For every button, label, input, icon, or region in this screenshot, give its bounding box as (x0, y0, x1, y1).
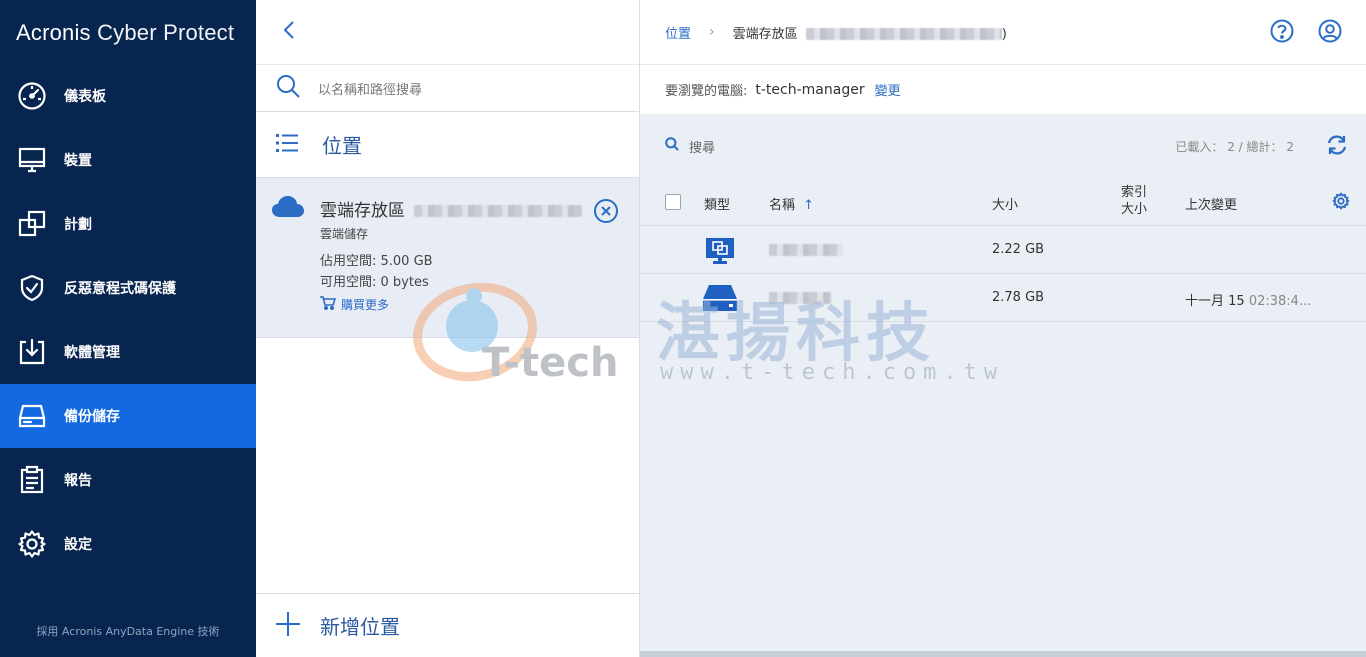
select-all-checkbox[interactable] (665, 194, 681, 210)
breadcrumb-current-close: ) (1001, 26, 1007, 42)
column-header-index-size[interactable]: 索引 大小 (1121, 184, 1147, 218)
content-panel: 位置 › 雲端存放區 ) 要瀏覽的電腦: t-tech-manager 變更 搜… (640, 0, 1366, 657)
add-location-button[interactable]: 新增位置 (256, 593, 639, 657)
location-search[interactable]: 以名稱和路徑搜尋 (256, 64, 639, 112)
buy-more-link[interactable]: 購買更多 (320, 296, 389, 313)
brand-logo: Acronis Cyber Protect (16, 20, 234, 46)
chevron-right-icon: › (709, 24, 715, 40)
download-icon (16, 336, 48, 368)
horizontal-scrollbar[interactable] (640, 651, 1366, 657)
sidebar-item-backup-storage[interactable]: 備份儲存 (0, 384, 256, 448)
drive-icon (703, 285, 737, 315)
browse-machine-bar: 要瀏覽的電腦: t-tech-manager 變更 (640, 64, 1366, 114)
redacted-text (769, 292, 831, 304)
location-card-cloud[interactable]: 雲端存放區 雲端儲存 佔用空間: 5.00 GB 可用空間: 0 bytes 購… (256, 178, 639, 338)
sidebar-item-label: 報告 (64, 473, 92, 489)
column-header-type[interactable]: 類型 (704, 194, 730, 213)
sidebar-footer: 採用 Acronis AnyData Engine 技術 (36, 625, 220, 638)
list-icon (276, 133, 300, 157)
column-header-name-label: 名稱 (769, 198, 796, 213)
close-circle-icon[interactable] (593, 198, 619, 228)
brand-secondary: Cyber Protect (97, 20, 235, 45)
table-row[interactable]: 2.78 GB 十一月 15 02:38:4... (640, 274, 1366, 322)
add-location-label: 新增位置 (320, 615, 400, 639)
content-search-input[interactable]: 搜尋 (689, 137, 715, 156)
sidebar-nav: 儀表板 裝置 計劃 反惡意程式碼保護 軟體管理 備份儲存 報告 設定 (0, 64, 256, 576)
storage-icon (16, 400, 48, 432)
search-icon (276, 74, 300, 102)
column-header-name[interactable]: 名稱 ↑ (769, 194, 814, 213)
browse-machine-key: 要瀏覽的電腦: (665, 84, 748, 99)
account-icon[interactable] (1318, 19, 1342, 47)
column-header-last-change[interactable]: 上次變更 (1185, 194, 1237, 213)
table-header: 類型 名稱 ↑ 大小 索引 大小 上次變更 (640, 178, 1366, 226)
sidebar-item-antimalware[interactable]: 反惡意程式碼保護 (0, 256, 256, 320)
locations-section-header: 位置 (256, 112, 639, 178)
breadcrumb-root-link[interactable]: 位置 (665, 23, 691, 42)
column-header-size[interactable]: 大小 (992, 194, 1018, 213)
location-name: 雲端存放區 (320, 196, 583, 221)
brand-primary: Acronis (16, 20, 91, 45)
search-icon (665, 137, 679, 155)
table-row[interactable]: 2.22 GB (640, 226, 1366, 274)
breadcrumb-current: 雲端存放區 ) (733, 23, 1007, 42)
change-machine-link[interactable]: 變更 (875, 80, 901, 99)
breadcrumb: 位置 › 雲端存放區 ) (640, 0, 1366, 64)
location-name-text: 雲端存放區 (320, 201, 405, 221)
location-free-space: 可用空間: 0 bytes (320, 275, 429, 290)
browse-machine-value: t-tech-manager (755, 81, 865, 98)
sidebar-item-plans[interactable]: 計劃 (0, 192, 256, 256)
row-last-change: 十一月 15 02:38:4... (1185, 290, 1311, 309)
location-type: 雲端儲存 (320, 227, 369, 241)
sidebar-item-label: 設定 (64, 537, 92, 553)
content-toolbar: 搜尋 已載入： 2 / 總計： 2 (640, 114, 1366, 178)
section-title: 位置 (322, 134, 362, 158)
sidebar-item-software[interactable]: 軟體管理 (0, 320, 256, 384)
cloud-icon (272, 196, 304, 222)
cart-icon (320, 296, 337, 313)
column-settings-icon[interactable] (1332, 192, 1350, 214)
monitor-icon (16, 144, 48, 176)
locations-panel-header (256, 0, 639, 64)
redacted-text (769, 244, 843, 256)
sidebar-item-label: 裝置 (64, 153, 92, 169)
sidebar-item-label: 計劃 (64, 217, 92, 233)
shield-icon (16, 272, 48, 304)
gear-icon (16, 528, 48, 560)
refresh-icon[interactable] (1326, 135, 1348, 159)
row-size: 2.22 GB (992, 242, 1045, 257)
sidebar-item-label: 反惡意程式碼保護 (64, 281, 176, 297)
help-icon[interactable] (1270, 19, 1294, 47)
sidebar-item-dashboard[interactable]: 儀表板 (0, 64, 256, 128)
sidebar: Acronis Cyber Protect 儀表板 裝置 計劃 反惡意程式碼保護… (0, 0, 256, 657)
locations-panel: 以名稱和路徑搜尋 位置 雲端存放區 雲端儲存 佔用空間: 5.00 GB 可用空… (256, 0, 640, 657)
chevron-left-icon[interactable] (282, 20, 296, 44)
sidebar-item-settings[interactable]: 設定 (0, 512, 256, 576)
sidebar-item-reports[interactable]: 報告 (0, 448, 256, 512)
machine-copy-icon (706, 238, 734, 268)
clipboard-icon (16, 464, 48, 496)
plus-icon (276, 611, 300, 640)
buy-more-label: 購買更多 (341, 298, 390, 312)
header-actions (1270, 19, 1342, 47)
plans-icon (16, 208, 48, 240)
dashboard-icon (16, 80, 48, 112)
sidebar-item-label: 備份儲存 (64, 409, 120, 425)
sidebar-item-devices[interactable]: 裝置 (0, 128, 256, 192)
redacted-text (414, 205, 583, 217)
redacted-text (805, 28, 1002, 40)
sort-ascending-icon: ↑ (803, 198, 815, 213)
column-header-index-size-line2: 大小 (1121, 202, 1148, 217)
search-input[interactable]: 以名稱和路徑搜尋 (318, 79, 422, 98)
item-counts: 已載入： 2 / 總計： 2 (1175, 139, 1294, 154)
sidebar-item-label: 儀表板 (64, 89, 106, 105)
sidebar-item-label: 軟體管理 (64, 345, 120, 361)
location-used-space: 佔用空間: 5.00 GB (320, 254, 433, 269)
row-last-change-date: 十一月 15 (1185, 294, 1245, 309)
row-size: 2.78 GB (992, 290, 1045, 305)
row-last-change-time: 02:38:4... (1248, 294, 1312, 309)
breadcrumb-current-text: 雲端存放區 (732, 26, 798, 42)
column-header-index-size-line1: 索引 (1121, 185, 1148, 200)
